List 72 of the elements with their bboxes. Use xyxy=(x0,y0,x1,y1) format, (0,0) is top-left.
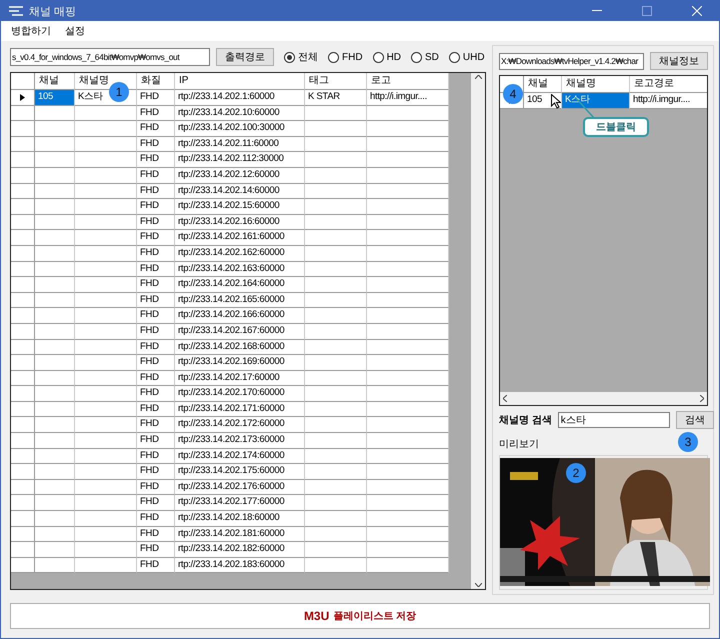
table-cell: FHD xyxy=(137,480,175,496)
table-cell: rtp://233.14.202.164:60000 xyxy=(175,277,305,293)
table-cell: rtp://233.14.202.167:60000 xyxy=(175,324,305,340)
table-cell: FHD xyxy=(137,448,175,464)
table-cell: rtp://233.14.202.163:60000 xyxy=(175,262,305,278)
table-cell: FHD xyxy=(137,292,175,308)
table-cell: FHD xyxy=(137,340,175,356)
table-cell: http://i.imgur.... xyxy=(367,90,449,106)
table-cell: FHD xyxy=(137,402,175,418)
table-cell: FHD xyxy=(137,121,175,137)
table-cell: FHD xyxy=(137,277,175,293)
table-cell: rtp://233.14.202.16:60000 xyxy=(175,214,305,230)
table-cell: rtp://233.14.202.162:60000 xyxy=(175,246,305,262)
table-cell: rtp://233.14.202.100:30000 xyxy=(175,121,305,137)
callout-label: 드블클릭 xyxy=(583,117,649,137)
table-cell: FHD xyxy=(137,214,175,230)
table-cell: rtp://233.14.202.10:60000 xyxy=(175,106,305,122)
table-cell: FHD xyxy=(137,433,175,449)
table-cell: FHD xyxy=(137,184,175,200)
preview-label: 미리보기 xyxy=(499,438,539,452)
table-cell: FHD xyxy=(137,168,175,184)
table-cell: rtp://233.14.202.171:60000 xyxy=(175,402,305,418)
number-marker: 3 xyxy=(678,432,698,452)
table-cell: rtp://233.14.202.12:60000 xyxy=(175,168,305,184)
table-cell: rtp://233.14.202.169:60000 xyxy=(175,355,305,371)
table-cell: rtp://233.14.202.14:60000 xyxy=(175,184,305,200)
table-cell: rtp://233.14.202.174:60000 xyxy=(175,448,305,464)
table-cell: FHD xyxy=(137,464,175,480)
table-cell: rtp://233.14.202.1:60000 xyxy=(175,90,305,106)
table-cell: rtp://233.14.202.176:60000 xyxy=(175,480,305,496)
table-cell: FHD xyxy=(137,495,175,512)
table-cell: rtp://233.14.202.181:60000 xyxy=(175,526,305,542)
table-cell: rtp://233.14.202.112:30000 xyxy=(175,152,305,168)
table-cell: K STAR xyxy=(305,90,367,106)
table-cell: FHD xyxy=(137,370,175,386)
table-cell: FHD xyxy=(137,355,175,371)
table-cell: rtp://233.14.202.17:60000 xyxy=(175,370,305,386)
table-cell: FHD xyxy=(137,308,175,324)
table-cell: K스타 xyxy=(562,92,630,109)
table-cell: rtp://233.14.202.18:60000 xyxy=(175,511,305,527)
table-cell: rtp://233.14.202.165:60000 xyxy=(175,292,305,308)
table-cell: FHD xyxy=(137,199,175,215)
table-cell: rtp://233.14.202.177:60000 xyxy=(175,495,305,512)
table-cell: rtp://233.14.202.11:60000 xyxy=(175,136,305,152)
table-cell: FHD xyxy=(137,262,175,278)
table-cell: FHD xyxy=(137,152,175,168)
table-cell: FHD xyxy=(137,511,175,527)
table-cell: FHD xyxy=(137,136,175,152)
table-cell: rtp://233.14.202.166:60000 xyxy=(175,308,305,324)
table-cell: 105 xyxy=(35,90,75,106)
table-cell: rtp://233.14.202.161:60000 xyxy=(175,230,305,246)
table-cell: http://i.imgur.... xyxy=(630,92,707,109)
table-cell: rtp://233.14.202.172:60000 xyxy=(175,417,305,434)
search-label: 채널명 검색 xyxy=(499,414,552,427)
table-cell: rtp://233.14.202.183:60000 xyxy=(175,558,305,574)
table-cell: rtp://233.14.202.15:60000 xyxy=(175,199,305,215)
table-cell: FHD xyxy=(137,230,175,246)
table-cell: FHD xyxy=(137,106,175,122)
table-cell: rtp://233.14.202.173:60000 xyxy=(175,433,305,449)
table-cell: FHD xyxy=(137,386,175,402)
table-cell: rtp://233.14.202.168:60000 xyxy=(175,340,305,356)
table-cell: FHD xyxy=(137,90,175,106)
window-title: 채널 매핑 xyxy=(29,4,78,18)
table-cell: FHD xyxy=(137,417,175,434)
table-cell: FHD xyxy=(137,246,175,262)
table-cell: FHD xyxy=(137,558,175,574)
table-cell: FHD xyxy=(137,526,175,542)
table-cell: rtp://233.14.202.175:60000 xyxy=(175,464,305,480)
table-cell: rtp://233.14.202.170:60000 xyxy=(175,386,305,402)
table-cell: FHD xyxy=(137,542,175,558)
table-cell: FHD xyxy=(137,324,175,340)
table-cell: rtp://233.14.202.182:60000 xyxy=(175,542,305,558)
